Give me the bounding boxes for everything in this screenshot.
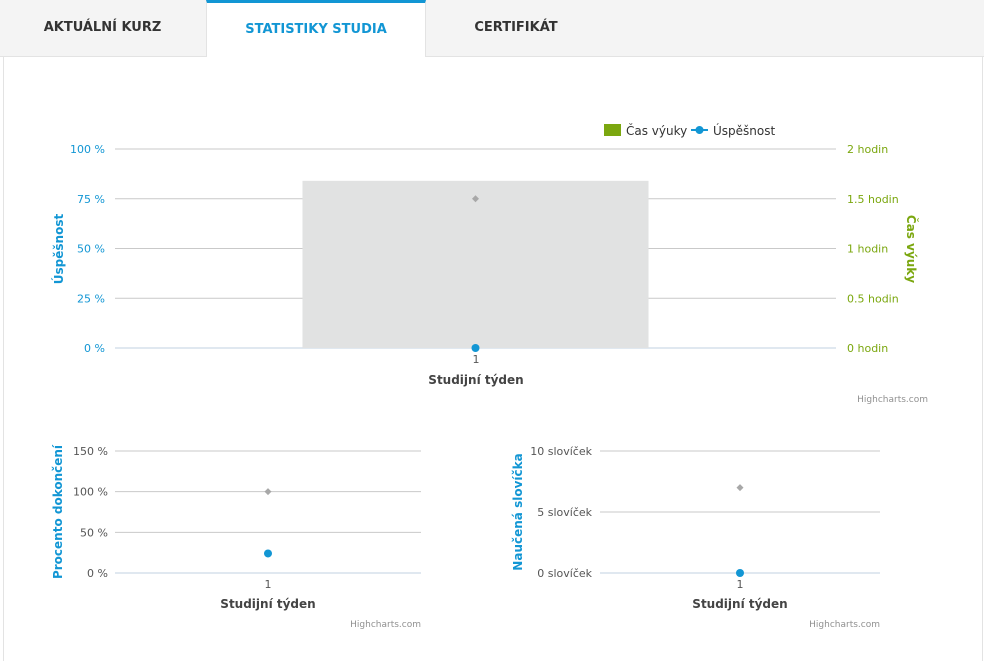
completion-chart: 150 % 100 % 50 % 0 % 1 Studijní týden Proce… xyxy=(51,444,421,630)
main-chart-y-right-tick-label: 0.5 hodin xyxy=(847,292,899,305)
vocabulary-chart-y-tick-label: 0 slovíček xyxy=(537,567,592,580)
main-chart-y-right-tick-label: 1.5 hodin xyxy=(847,193,899,206)
main-chart-y-left-tick-label: 100 % xyxy=(70,143,105,156)
legend-swatch-time xyxy=(604,124,621,136)
main-chart: 100 % 75 % 50 % 25 % 0 % 2 hodin 1.5 hodin 1 h… xyxy=(51,123,928,405)
main-chart-success-point xyxy=(471,344,480,352)
vocabulary-chart-target-marker xyxy=(736,484,744,492)
completion-chart-target-marker xyxy=(264,488,272,496)
vocabulary-chart-x-tick-label: 1 xyxy=(737,578,744,591)
completion-chart-y-tick-label: 0 % xyxy=(87,567,108,580)
legend-item-time[interactable]: Čas výuky xyxy=(604,123,687,138)
vocabulary-chart-y-axis-title: Naučená slovíčka xyxy=(511,453,525,570)
main-chart-x-axis-title: Studijní týden xyxy=(428,373,523,387)
main-chart-y-left-tick-label: 75 % xyxy=(77,193,105,206)
main-chart-credits[interactable]: Highcharts.com xyxy=(857,395,928,405)
charts-canvas: 100 % 75 % 50 % 25 % 0 % 2 hodin 1.5 hodin 1 h… xyxy=(51,123,928,630)
completion-chart-x-axis-title: Studijní týden xyxy=(220,597,315,611)
main-chart-time-bar xyxy=(302,180,649,348)
vocabulary-chart-x-axis-title: Studijní týden xyxy=(692,597,787,611)
legend-label-success: Úspěšnost xyxy=(713,123,775,138)
main-chart-y-left-tick-label: 25 % xyxy=(77,292,105,305)
legend-item-success[interactable]: Úspěšnost xyxy=(691,123,775,138)
vocabulary-chart-y-tick-label: 10 slovíček xyxy=(530,445,592,458)
completion-chart-value-point xyxy=(264,549,272,558)
completion-chart-y-tick-label: 100 % xyxy=(73,486,108,499)
completion-chart-x-tick-label: 1 xyxy=(265,578,272,591)
main-chart-x-tick-label: 1 xyxy=(473,353,480,366)
completion-chart-y-axis-title: Procento dokončení xyxy=(51,444,65,579)
completion-chart-y-tick-label: 50 % xyxy=(80,526,108,539)
vocabulary-chart-y-tick-label: 5 slovíček xyxy=(537,506,592,519)
vocabulary-chart-value-point xyxy=(736,569,744,577)
main-chart-y-left-tick-label: 50 % xyxy=(77,243,105,256)
main-chart-y-right-tick-label: 1 hodin xyxy=(847,243,888,256)
completion-chart-y-tick-label: 150 % xyxy=(73,445,108,458)
main-chart-y-left-title: Úspěšnost xyxy=(51,214,66,285)
completion-chart-credits[interactable]: Highcharts.com xyxy=(350,620,421,630)
vocabulary-chart: 10 slovíček 5 slovíček 0 slovíček 1 Studij… xyxy=(511,445,880,630)
legend-label-time: Čas výuky xyxy=(626,123,687,138)
main-chart-y-left-tick-label: 0 % xyxy=(84,342,105,355)
main-chart-y-right-tick-label: 0 hodin xyxy=(847,342,888,355)
main-chart-y-right-tick-label: 2 hodin xyxy=(847,143,888,156)
main-chart-y-right-title: Čas výuky xyxy=(904,215,919,283)
vocabulary-chart-credits[interactable]: Highcharts.com xyxy=(809,620,880,630)
legend-marker-success xyxy=(695,126,704,134)
main-chart-legend: Čas výuky Úspěšnost xyxy=(604,123,775,138)
